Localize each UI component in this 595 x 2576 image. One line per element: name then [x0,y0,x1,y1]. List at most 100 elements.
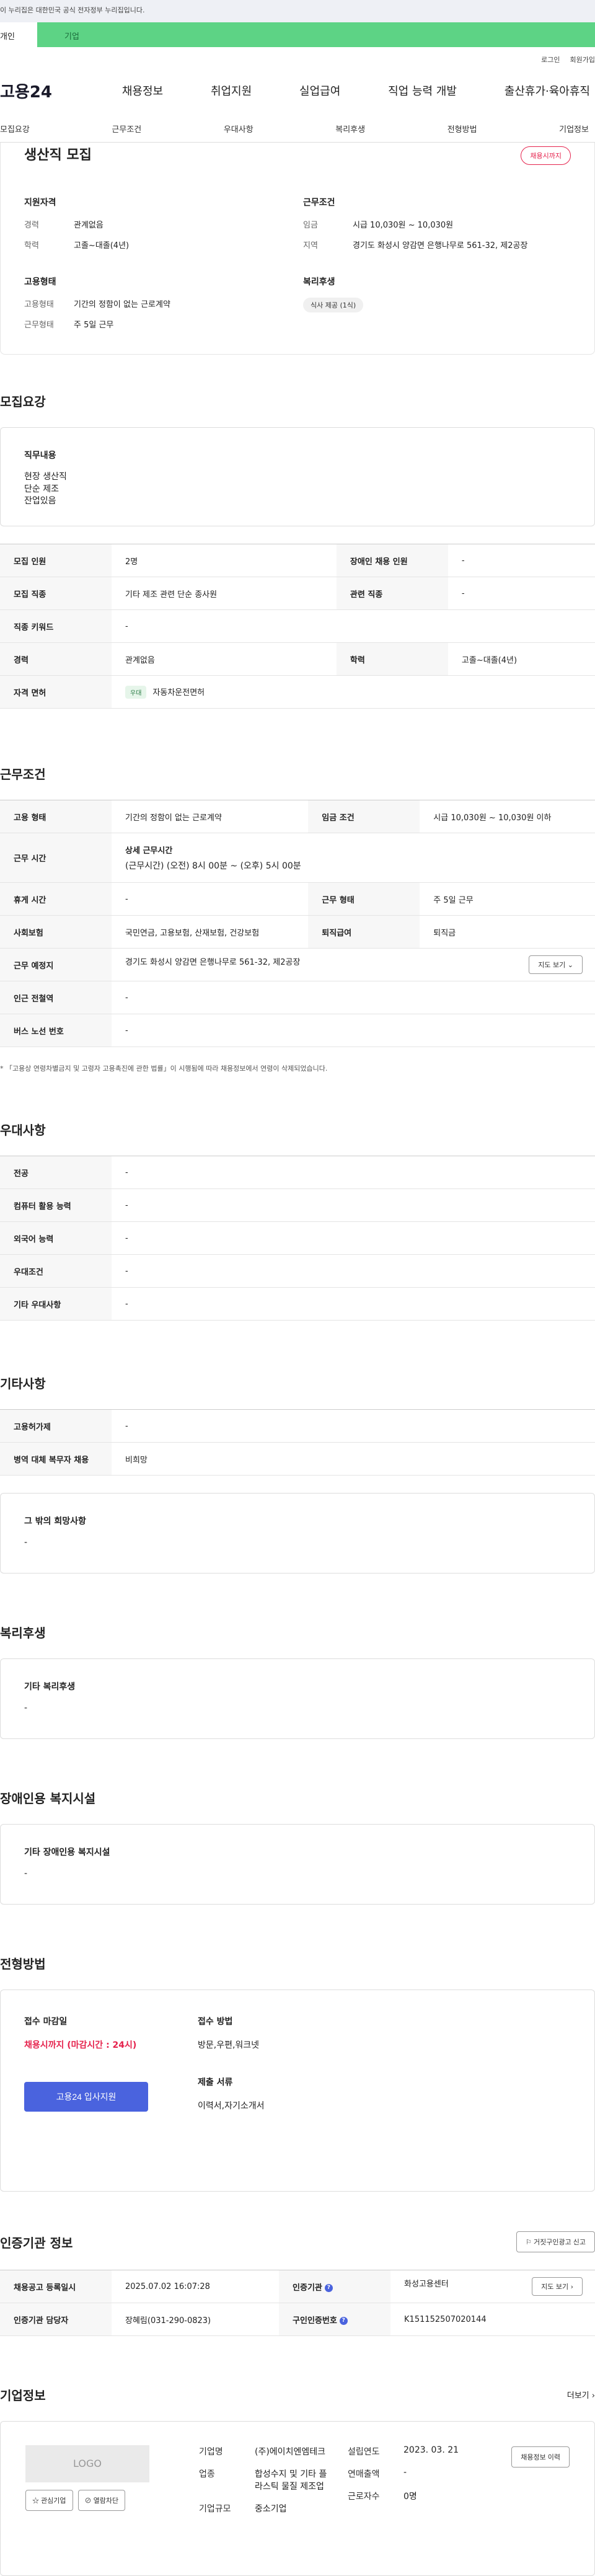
welfare-chip: 식사 제공 (1식) [303,298,364,312]
tab-individual[interactable]: 개인 [0,22,37,47]
duty-heading: 직무내용 [24,451,56,461]
company-value: - [403,2468,407,2477]
table-key: 채용공고 등록일시 [0,2270,112,2303]
company-key: 설립연도 [348,2447,380,2457]
docs-heading: 제출 서류 [198,2078,233,2087]
work-section-title: 근무조건 [0,767,46,782]
nav-employment-support[interactable]: 취업지원 [211,82,252,99]
table-key: 병역 대체 복무자 채용 [0,1442,112,1476]
agency-map-button[interactable]: 지도 보기 › [532,2277,583,2296]
docs-value: 이력서,자기소개서 [198,2101,265,2111]
map-view-button[interactable]: 지도 보기 ⌄ [529,955,583,974]
apply-button[interactable]: 고용24 입사지원 [24,2082,148,2112]
selection-section-title: 전형방법 [0,1957,46,1972]
employment-heading: 고용형태 [24,277,56,287]
qualification-heading: 지원자격 [24,198,56,208]
company-value: 합성수지 및 기타 플라스틱 물질 제조업 [255,2469,327,2492]
nav-jobs[interactable]: 채용정보 [122,82,163,99]
tab-work-conditions[interactable]: 근무조건 [112,123,141,135]
tab-company[interactable]: 기업 [37,22,595,47]
more-link[interactable]: 더보기 › [567,2389,595,2401]
table-row: 자격 면허 우대 자동차운전면허 [0,675,595,709]
pref-table: 전공 - 컴퓨터 활용 능력 - 외국어 능력 - 우대조건 - 기타 우대사항 - [0,1156,595,1321]
etc-table: 고용허가제 - 병역 대체 복무자 채용 비희망 [0,1409,595,1476]
gov-banner: 이 누리집은 대한민국 공식 전자정부 누리집입니다. [0,0,595,22]
work-hours-value: (근무시간) (오전) 8시 00분 ~ (오후) 5시 00분 [125,861,301,871]
work-hours-heading: 상세 근무시간 [125,846,173,856]
agency-office: 화성고용센터 [404,2280,449,2289]
nav-unemployment-benefit[interactable]: 실업급여 [299,82,340,99]
disabled-box-heading: 기타 장애인용 복지시설 [24,1848,110,1857]
duty-line: 잔업있음 [24,496,56,507]
company-value: 2023. 03. 21 [403,2445,459,2455]
tab-selection[interactable]: 전형방법 [447,123,477,135]
report-icon: ⚐ [526,2239,532,2246]
chevron-down-icon: ⌄ [567,961,573,969]
table-row: 경력 관계없음 학력 고졸~대졸(4년) [0,642,595,676]
work-hours-cell: 상세 근무시간 (근무시간) (오전) 8시 00분 ~ (오후) 5시 00분 [112,833,595,883]
company-key: 연매출액 [348,2469,380,2479]
nav-maternity-leave[interactable]: 출산휴가·육아휴직 [505,82,590,99]
table-value: - [112,1156,595,1189]
table-key: 관련 직종 [336,577,448,610]
tab-welfare[interactable]: 복리후생 [335,123,365,135]
signup-link[interactable]: 회원가입 [570,55,595,66]
duty-line: 현장 생산직 [24,472,67,482]
summary-key: 경력 [24,221,39,230]
block-view-button[interactable]: ⊘ 열람차단 [77,2490,126,2511]
login-link[interactable]: 로그인 [541,55,560,66]
table-value: 주 5일 근무 [420,882,595,916]
table-key: 고용허가제 [0,1409,112,1443]
info-icon[interactable]: ? [339,2316,348,2325]
cert-key-cell: 구인인증번호? [279,2303,391,2336]
section-tabs: 모집요강 근무조건 우대사항 복리후생 전형방법 기업정보 [0,115,595,143]
table-row: 모집 직종 기타 제조 관련 단순 종사원 관련 직종 - [0,577,595,610]
company-key: 기업규모 [199,2504,231,2514]
tab-company-info[interactable]: 기업정보 [559,123,589,135]
table-value: - [112,882,309,916]
agency-office-cell: 화성고용센터 지도 보기 › [390,2270,595,2303]
table-row: 전공 - [0,1156,595,1189]
table-value: 기간의 정함이 없는 근로계약 [112,800,309,833]
duty-line: 단순 제조 [24,484,59,494]
table-value: - [112,1409,595,1443]
info-icon[interactable]: ? [324,2283,333,2292]
table-key: 고용 형태 [0,800,112,833]
duty-box: 직무내용 현장 생산직 단순 제조 잔업있음 [0,427,595,526]
tab-preferences[interactable]: 우대사항 [224,123,253,135]
company-header: 기업정보 더보기 › [0,2386,595,2404]
table-key: 임금 조건 [308,800,420,833]
table-value: 국민연금, 고용보험, 산재보험, 건강보험 [112,915,309,949]
table-key: 퇴직급여 [308,915,420,949]
method-value: 방문,우편,워크넷 [198,2040,260,2050]
welfare-heading: 복리후생 [303,277,335,287]
table-key: 구인인증번호 [293,2316,337,2326]
nav-vocational-training[interactable]: 직업 능력 개발 [388,82,457,99]
table-key: 전공 [0,1156,112,1189]
main-nav: 고용24 채용정보 취업지원 실업급여 직업 능력 개발 출산휴가·육아휴직 [0,66,595,115]
workplace-cell: 경기도 화성시 양감면 은행나무로 561-32, 제2공장 지도 보기 ⌄ [112,948,595,981]
favorite-label: 관심기업 [41,2497,66,2505]
utility-links: 로그인 회원가입 [0,47,595,66]
table-key: 외국어 능력 [0,1221,112,1255]
deadline-value: 채용시까지 (마감시간 : 24시) [24,2040,137,2050]
conditions-heading: 근무조건 [303,198,335,208]
work-table: 고용 형태 기간의 정함이 없는 근로계약 임금 조건 시급 10,030원 ~ 10… [0,800,595,1047]
disabled-box: 기타 장애인용 복지시설 - [0,1824,595,1905]
table-row: 컴퓨터 활용 능력 - [0,1188,595,1222]
chevron-right-icon: › [591,2391,595,2401]
favorite-company-button[interactable]: ☆ 관심기업 [25,2490,73,2511]
site-logo[interactable]: 고용24 [0,79,74,102]
report-false-ad-button[interactable]: ⚐ 거짓구인광고 신고 [516,2231,595,2252]
table-key: 사회보험 [0,915,112,949]
agency-key-cell: 인증기관? [279,2270,391,2303]
star-icon: ☆ [32,2497,39,2505]
agency-header: 인증기관 정보 ⚐ 거짓구인광고 신고 [0,2231,595,2252]
table-row: 우대조건 - [0,1254,595,1288]
table-value: 장혜림(031-290-0823) [112,2303,280,2336]
tab-recruit[interactable]: 모집요강 [0,123,30,135]
table-value: K151152507020144 [390,2303,595,2336]
job-history-button[interactable]: 채용정보 이력 [511,2446,570,2468]
block-label: 열람차단 [93,2497,119,2505]
other-wishes-heading: 그 밖의 희망사항 [24,1516,86,1526]
